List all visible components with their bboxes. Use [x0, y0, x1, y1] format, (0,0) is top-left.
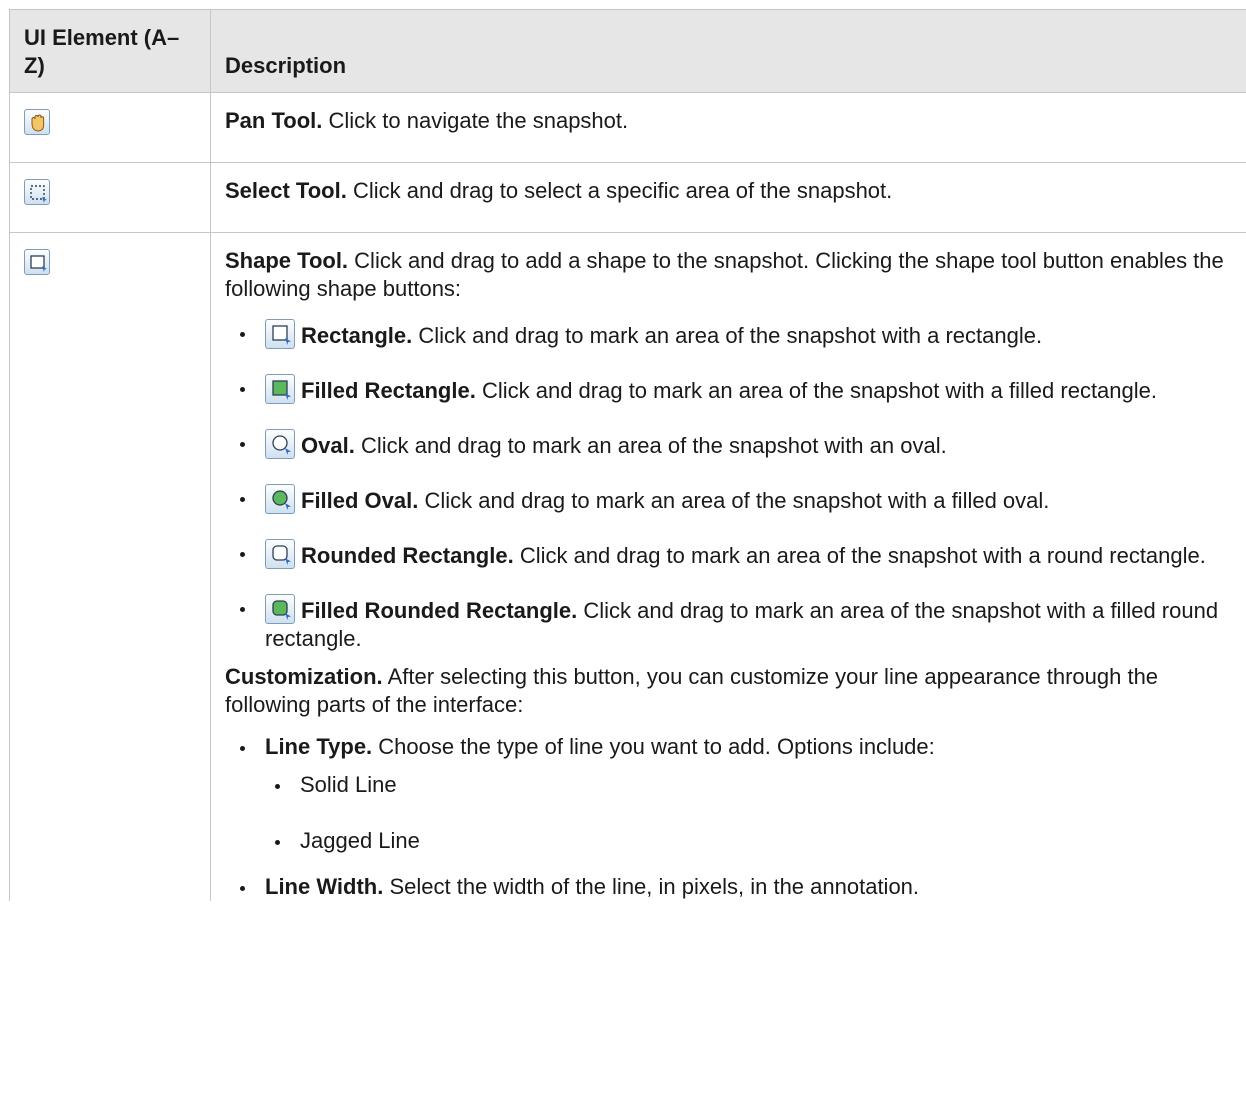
- rounded-rectangle-title: Rounded Rectangle.: [301, 543, 514, 568]
- line-width-title: Line Width.: [265, 874, 384, 899]
- shape-tool-icon[interactable]: [24, 249, 50, 275]
- table-row: Shape Tool. Click and drag to add a shap…: [9, 232, 1246, 901]
- list-item: Jagged Line: [265, 827, 1233, 855]
- line-type-title: Line Type.: [265, 734, 373, 759]
- filled-rectangle-text: Click and drag to mark an area of the sn…: [481, 378, 1157, 403]
- pan-tool-text: Click to navigate the snapshot.: [328, 108, 629, 133]
- list-item: Rounded Rectangle. Click and drag to mar…: [225, 539, 1233, 570]
- icon-cell: [9, 162, 211, 233]
- list-item: Line Width. Select the width of the line…: [225, 873, 1233, 901]
- select-tool-title: Select Tool.: [225, 178, 347, 203]
- rounded-rectangle-text: Click and drag to mark an area of the sn…: [519, 543, 1206, 568]
- shape-tool-text: Click and drag to add a shape to the sna…: [225, 248, 1224, 301]
- table-header-row: UI Element (A–Z) Description: [9, 9, 1246, 93]
- oval-icon[interactable]: [265, 429, 295, 459]
- line-width-text: Select the width of the line, in pixels,…: [389, 874, 920, 899]
- shape-tool-intro: Shape Tool. Click and drag to add a shap…: [225, 247, 1233, 303]
- icon-cell: [9, 92, 211, 163]
- rounded-rectangle-icon[interactable]: [265, 539, 295, 569]
- list-item: Rectangle. Click and drag to mark an are…: [225, 319, 1233, 350]
- pan-hand-icon[interactable]: [24, 109, 50, 135]
- list-item: Filled Rounded Rectangle. Click and drag…: [225, 594, 1233, 653]
- select-tool-text: Click and drag to select a specific area…: [352, 178, 893, 203]
- header-ui-element: UI Element (A–Z): [9, 9, 211, 93]
- filled-rounded-rectangle-icon[interactable]: [265, 594, 295, 624]
- icon-cell: [9, 232, 211, 901]
- filled-oval-text: Click and drag to mark an area of the sn…: [424, 488, 1050, 513]
- rectangle-text: Click and drag to mark an area of the sn…: [418, 323, 1043, 348]
- ui-elements-table: UI Element (A–Z) Description Pan Tool. C…: [9, 9, 1246, 901]
- line-type-text: Choose the type of line you want to add.…: [378, 734, 935, 759]
- filled-oval-icon[interactable]: [265, 484, 295, 514]
- filled-rounded-rectangle-title: Filled Rounded Rectangle.: [301, 598, 578, 623]
- list-item: Filled Oval. Click and drag to mark an a…: [225, 484, 1233, 515]
- shape-buttons-list: Rectangle. Click and drag to mark an are…: [225, 319, 1233, 653]
- list-item: Filled Rectangle. Click and drag to mark…: [225, 374, 1233, 405]
- list-item: Solid Line: [265, 771, 1233, 799]
- filled-rectangle-icon[interactable]: [265, 374, 295, 404]
- table-row: Pan Tool. Click to navigate the snapshot…: [9, 92, 1246, 163]
- list-item: Oval. Click and drag to mark an area of …: [225, 429, 1233, 460]
- pan-tool-title: Pan Tool.: [225, 108, 323, 133]
- oval-text: Click and drag to mark an area of the sn…: [360, 433, 947, 458]
- table-row: Select Tool. Click and drag to select a …: [9, 162, 1246, 233]
- list-item: Line Type. Choose the type of line you w…: [225, 733, 1233, 855]
- header-description: Description: [210, 9, 1246, 93]
- line-type-options: Solid Line Jagged Line: [265, 771, 1233, 855]
- description-cell: Shape Tool. Click and drag to add a shap…: [210, 232, 1246, 901]
- customization-title: Customization.: [225, 664, 383, 689]
- description-cell: Select Tool. Click and drag to select a …: [210, 162, 1246, 233]
- customization-list: Line Type. Choose the type of line you w…: [225, 733, 1233, 901]
- oval-title: Oval.: [301, 433, 355, 458]
- shape-tool-title: Shape Tool.: [225, 248, 349, 273]
- rectangle-icon[interactable]: [265, 319, 295, 349]
- customization-paragraph: Customization. After selecting this butt…: [225, 663, 1233, 719]
- select-tool-icon[interactable]: [24, 179, 50, 205]
- description-cell: Pan Tool. Click to navigate the snapshot…: [210, 92, 1246, 163]
- filled-oval-title: Filled Oval.: [301, 488, 419, 513]
- filled-rectangle-title: Filled Rectangle.: [301, 378, 476, 403]
- rectangle-title: Rectangle.: [301, 323, 413, 348]
